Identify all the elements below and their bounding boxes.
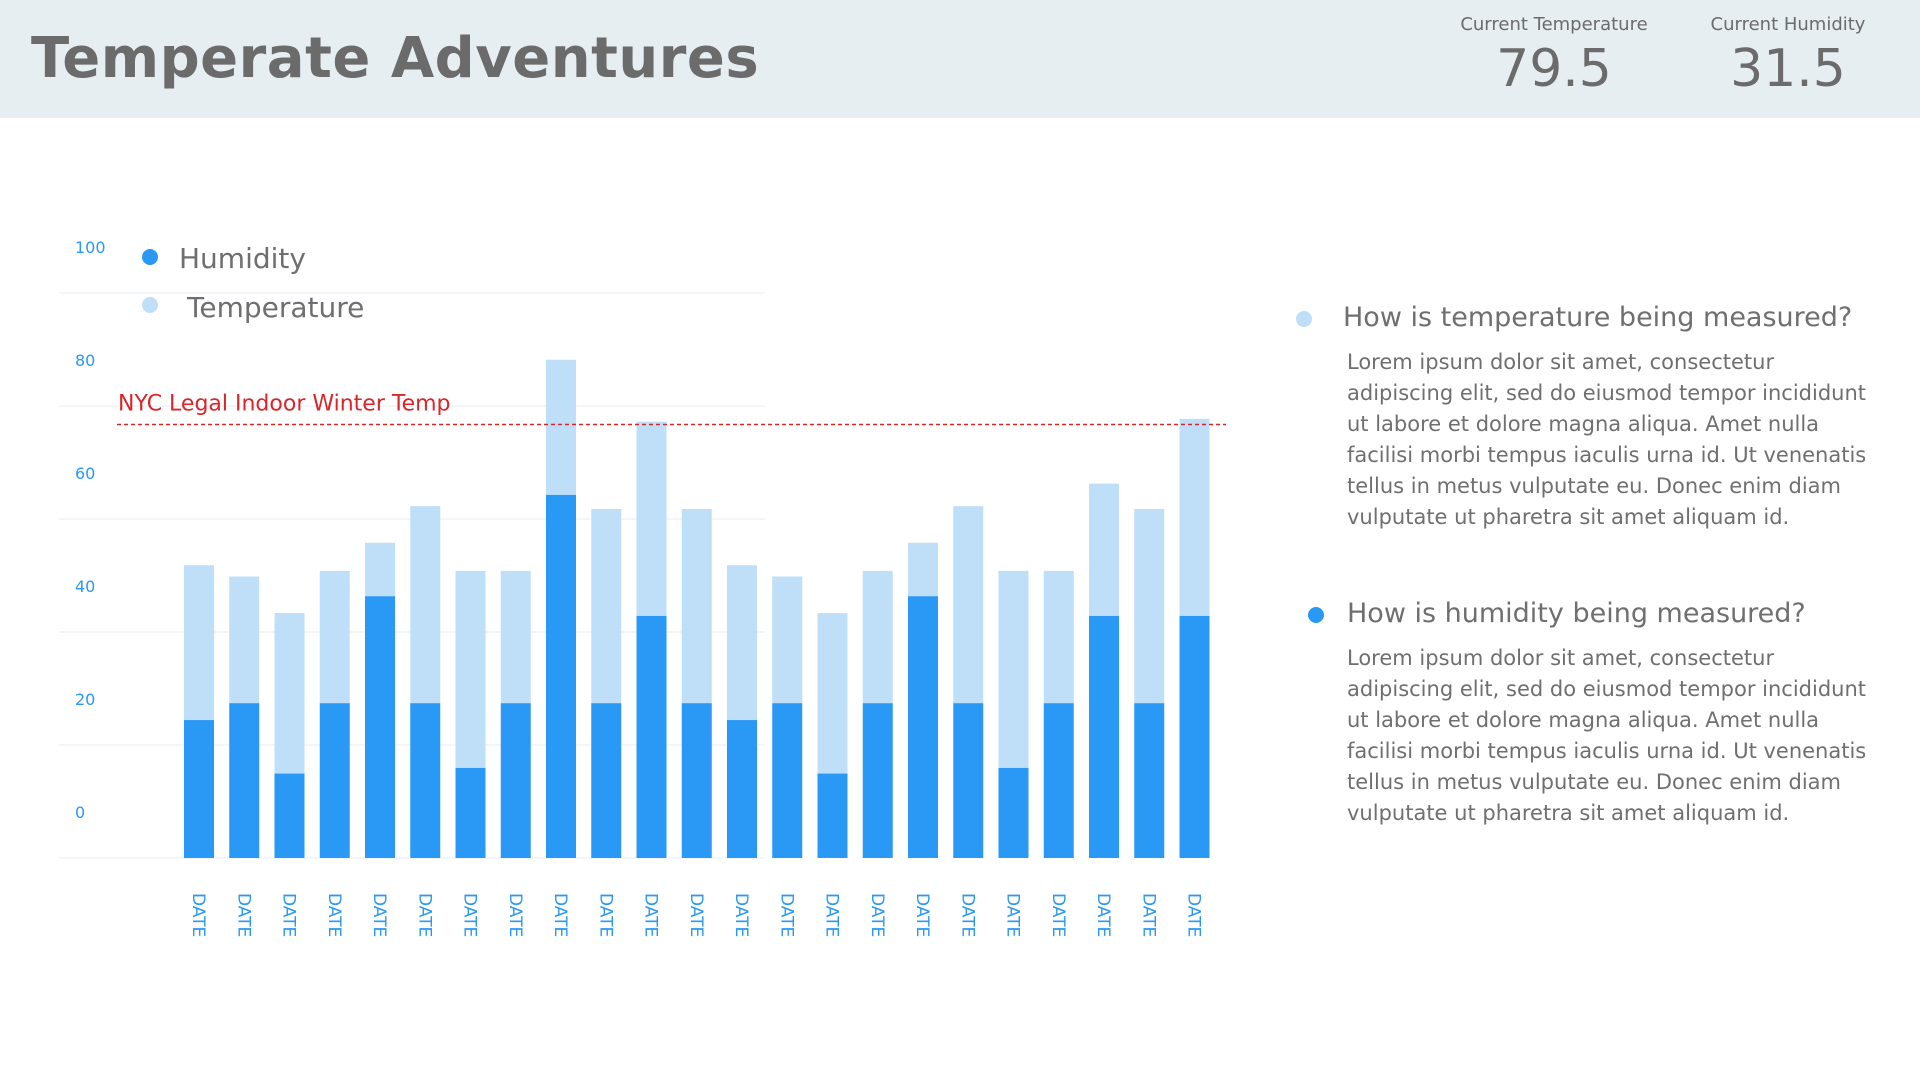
bar-temperature — [591, 508, 622, 704]
x-tick-label: DATE — [1003, 893, 1023, 937]
bar-humidity — [500, 703, 531, 858]
bar-humidity — [229, 703, 260, 858]
faq-temperature-question-text: How is temperature being measured? — [1343, 302, 1853, 333]
x-tick-label: DATE — [641, 893, 661, 937]
bar-temperature — [1089, 483, 1119, 616]
x-tick-label: DATE — [776, 893, 796, 937]
x-tick-label: DATE — [550, 893, 570, 937]
bar-temperature — [546, 359, 576, 495]
x-tick-label: DATE — [686, 893, 706, 937]
legend-temperature-icon — [142, 297, 158, 313]
x-tick-label: DATE — [1093, 893, 1113, 937]
bar-humidity — [410, 703, 441, 858]
x-tick-label: DATE — [822, 893, 842, 937]
faq-temperature-answer: Lorem ipsum dolor sit amet, consectetur … — [1347, 350, 1867, 529]
legend-humidity-icon — [142, 249, 158, 265]
bar-temperature — [1179, 418, 1210, 616]
bar-temperature — [229, 576, 260, 704]
faq-temperature: How is temperature being measured? Lorem… — [1296, 302, 1876, 533]
x-tick-label: DATE — [867, 893, 887, 937]
x-tick-label: DATE — [505, 893, 525, 937]
bar-temperature — [1043, 570, 1074, 704]
bar-temperature — [908, 542, 938, 597]
faq-humidity: How is humidity being measured? Lorem ip… — [1296, 598, 1876, 829]
bar-temperature — [274, 613, 305, 774]
x-tick-label: DATE — [369, 893, 389, 937]
x-tick-label: DATE — [957, 893, 977, 937]
x-tick-label: DATE — [460, 893, 480, 937]
x-tick-label: DATE — [1184, 893, 1204, 937]
bar-humidity — [1179, 615, 1210, 858]
bar-humidity — [546, 494, 576, 858]
bar-temperature — [681, 508, 712, 704]
humidity-dot-icon — [1308, 607, 1324, 623]
legend-humidity-label: Humidity — [179, 242, 306, 275]
x-tick-label: DATE — [912, 893, 932, 937]
bar-humidity — [727, 720, 757, 858]
bar-humidity — [681, 703, 712, 858]
bar-humidity — [455, 767, 486, 858]
legend-temperature-label: Temperature — [186, 291, 364, 324]
bar-humidity — [319, 703, 350, 858]
faq-humidity-answer: Lorem ipsum dolor sit amet, consectetur … — [1347, 646, 1867, 825]
bar-humidity — [908, 596, 938, 858]
bar-humidity — [591, 703, 622, 858]
faq-humidity-question: How is humidity being measured? — [1296, 598, 1876, 629]
bar-temperature — [862, 570, 893, 704]
bar-humidity — [184, 720, 214, 858]
bar-temperature — [772, 576, 803, 704]
x-tick-label: DATE — [279, 893, 299, 937]
x-tick-label: DATE — [188, 893, 208, 937]
x-tick-label: DATE — [1138, 893, 1158, 937]
bar-temperature — [410, 506, 441, 704]
x-tick-label: DATE — [233, 893, 253, 937]
bar-temperature — [319, 570, 350, 704]
bar-temperature — [455, 570, 486, 768]
bar-temperature — [500, 570, 531, 704]
y-tick-label: 20 — [75, 690, 95, 709]
y-tick-label: 0 — [75, 803, 85, 822]
y-tick-label: 40 — [75, 577, 95, 596]
x-tick-label: DATE — [1048, 893, 1068, 937]
bar-temperature — [817, 613, 848, 774]
bar-temperature — [1134, 508, 1165, 704]
bar-humidity — [1134, 703, 1165, 858]
bar-humidity — [953, 703, 984, 858]
bar-temperature — [636, 421, 667, 616]
bar-temperature — [727, 565, 757, 721]
faq-humidity-question-text: How is humidity being measured? — [1347, 598, 1806, 629]
x-tick-label: DATE — [324, 893, 344, 937]
temperature-humidity-chart: 0 20 40 60 80 100 DATE DATE DATE DATE DATE DATE DATE… — [59, 238, 1226, 937]
bar-temperature — [184, 565, 214, 721]
bar-humidity — [772, 703, 803, 858]
x-tick-label: DATE — [731, 893, 751, 937]
bar-humidity — [365, 596, 395, 858]
y-tick-label: 100 — [75, 238, 106, 257]
reference-line-label: NYC Legal Indoor Winter Temp — [118, 391, 451, 416]
bar-humidity — [817, 773, 848, 858]
bar-temperature — [998, 570, 1029, 768]
bar-humidity — [274, 773, 305, 858]
bar-humidity — [1043, 703, 1074, 858]
faq-temperature-question: How is temperature being measured? — [1296, 302, 1876, 333]
y-tick-label: 80 — [75, 351, 95, 370]
x-tick-label: DATE — [414, 893, 434, 937]
bar-humidity — [1089, 615, 1119, 858]
bar-humidity — [862, 703, 893, 858]
y-tick-label: 60 — [75, 464, 95, 483]
x-tick-label: DATE — [595, 893, 615, 937]
temperature-dot-icon — [1296, 311, 1312, 327]
bar-humidity — [998, 767, 1029, 858]
bar-temperature — [953, 506, 984, 704]
bar-humidity — [636, 615, 667, 858]
bar-temperature — [365, 542, 395, 597]
